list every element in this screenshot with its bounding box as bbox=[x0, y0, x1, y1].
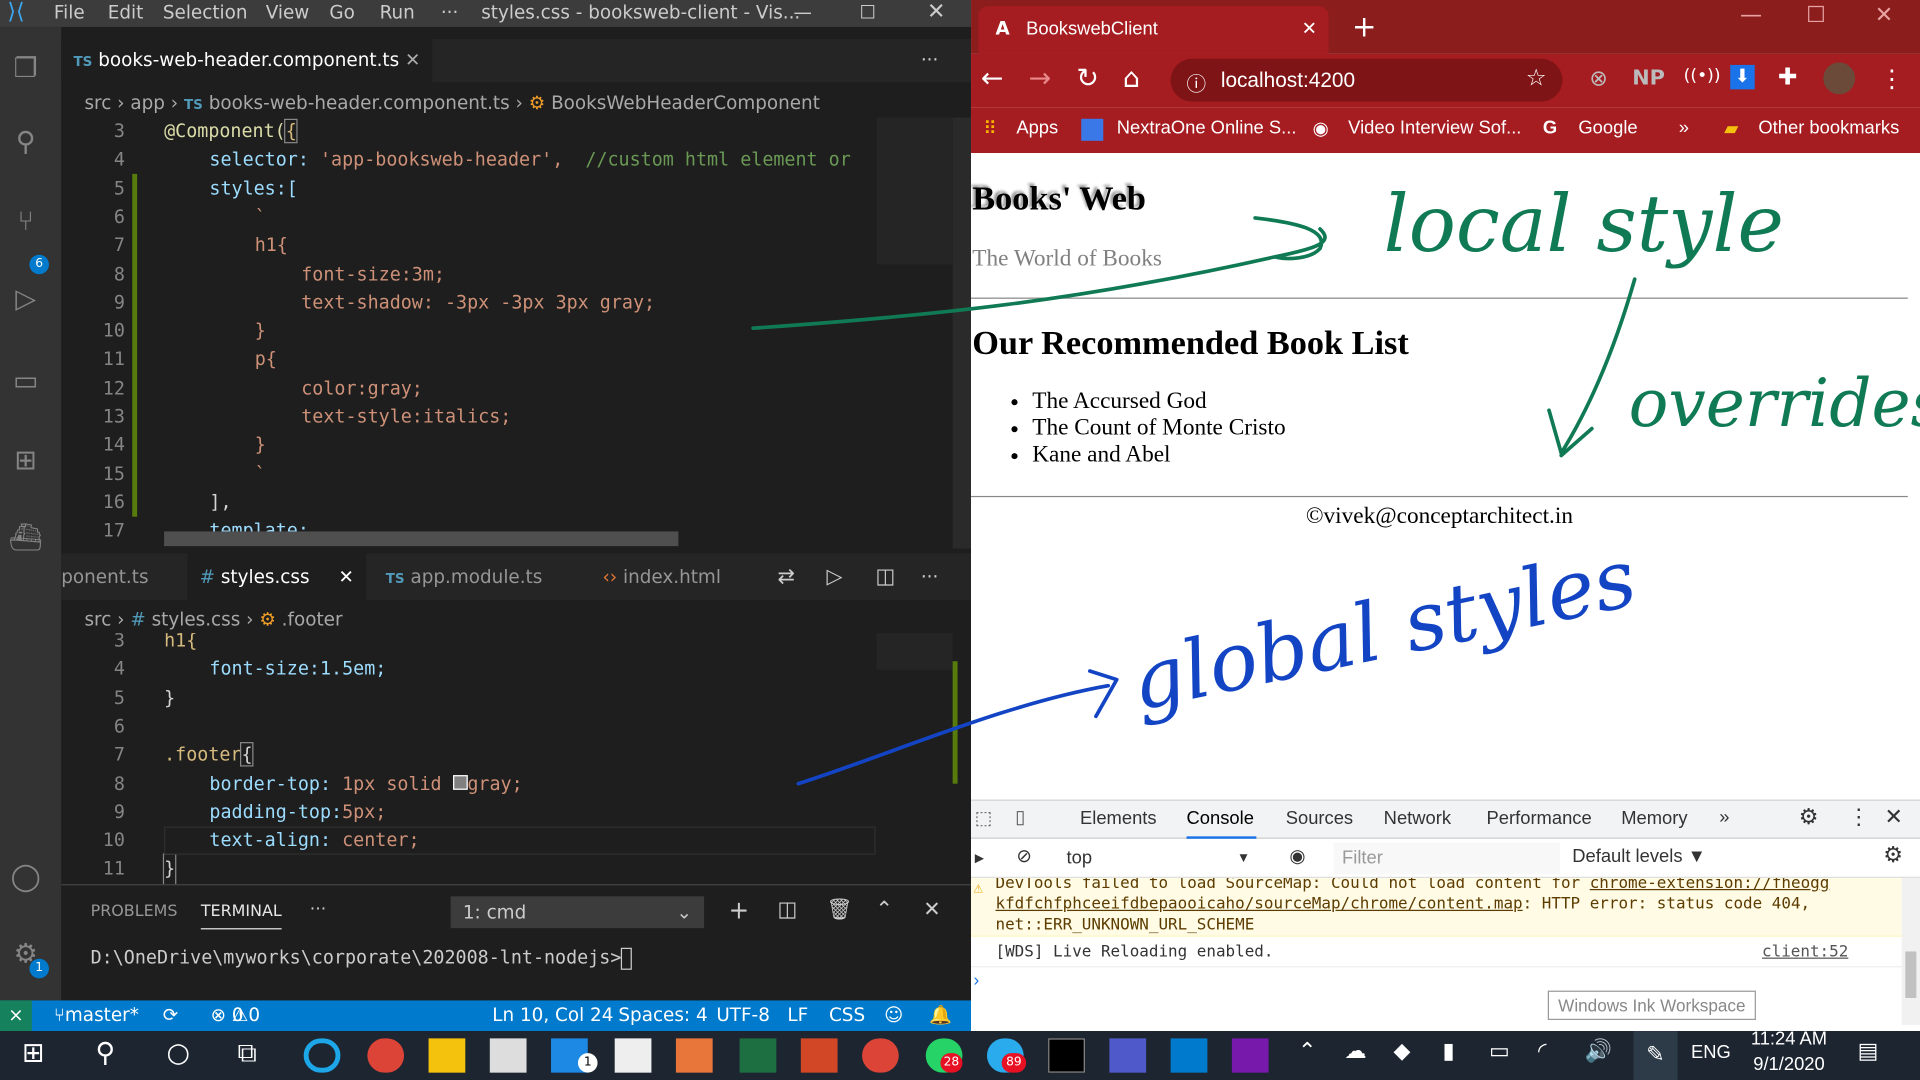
store-icon[interactable] bbox=[489, 1038, 527, 1073]
mail-badge: 1 bbox=[577, 1053, 598, 1073]
language-indicator[interactable]: ENG bbox=[1691, 1042, 1731, 1063]
usb-icon[interactable]: ▮ bbox=[1442, 1038, 1454, 1064]
ink-annotations: local style overrides global styles bbox=[751, 179, 1920, 786]
teams-icon[interactable] bbox=[1109, 1038, 1147, 1073]
cortana-app-icon[interactable] bbox=[303, 1038, 341, 1073]
powerpoint-icon[interactable] bbox=[800, 1038, 838, 1073]
arrow-local bbox=[751, 216, 1327, 331]
wifi-icon[interactable]: ◜ bbox=[1538, 1038, 1547, 1064]
whatsapp-badge: 28 bbox=[940, 1053, 963, 1073]
cortana-icon[interactable]: ○ bbox=[167, 1038, 191, 1069]
chrome-icon[interactable] bbox=[862, 1038, 899, 1073]
volume-icon[interactable]: 🔊 bbox=[1585, 1038, 1612, 1064]
clock-date[interactable]: 9/1/2020 bbox=[1749, 1054, 1830, 1075]
pen-ink-icon[interactable]: ✎ bbox=[1633, 1031, 1678, 1080]
whiteboard-icon[interactable] bbox=[675, 1038, 713, 1073]
excel-icon[interactable] bbox=[739, 1038, 777, 1073]
inkscape-icon[interactable] bbox=[614, 1038, 652, 1073]
telegram-badge: 89 bbox=[1001, 1053, 1027, 1073]
onedrive-icon[interactable]: ☁ bbox=[1345, 1038, 1367, 1064]
windows-taskbar: ⊞ ⚲ ○ ⧉ 1 28 89 ⌃ ☁ ◆ ▮ ▭ ◜ 🔊 ✎ ENG 11:2… bbox=[0, 1029, 1920, 1080]
search-icon[interactable]: ⚲ bbox=[96, 1038, 116, 1069]
annotation-overrides: overrides bbox=[1629, 365, 1920, 442]
onenote-icon[interactable] bbox=[1231, 1038, 1269, 1073]
chrome-icon[interactable] bbox=[367, 1038, 405, 1073]
file-explorer-icon[interactable] bbox=[428, 1038, 466, 1073]
clock-time[interactable]: 11:24 AM bbox=[1749, 1029, 1830, 1050]
arrow-overrides bbox=[1547, 277, 1637, 458]
annotation-global-styles: global styles bbox=[1123, 531, 1644, 729]
battery-icon[interactable]: ▭ bbox=[1489, 1038, 1510, 1064]
notification-center-icon[interactable]: ▤ bbox=[1858, 1038, 1879, 1064]
show-hidden-icons[interactable]: ⌃ bbox=[1298, 1038, 1316, 1064]
terminal-icon[interactable] bbox=[1048, 1038, 1085, 1073]
arrow-global bbox=[796, 669, 1119, 786]
windows-start-icon[interactable]: ⊞ bbox=[22, 1038, 45, 1069]
vscode-icon[interactable] bbox=[1170, 1038, 1208, 1073]
task-view-icon[interactable]: ⧉ bbox=[238, 1038, 257, 1069]
dropbox-icon[interactable]: ◆ bbox=[1393, 1038, 1410, 1064]
annotation-local-style: local style bbox=[1384, 179, 1784, 270]
